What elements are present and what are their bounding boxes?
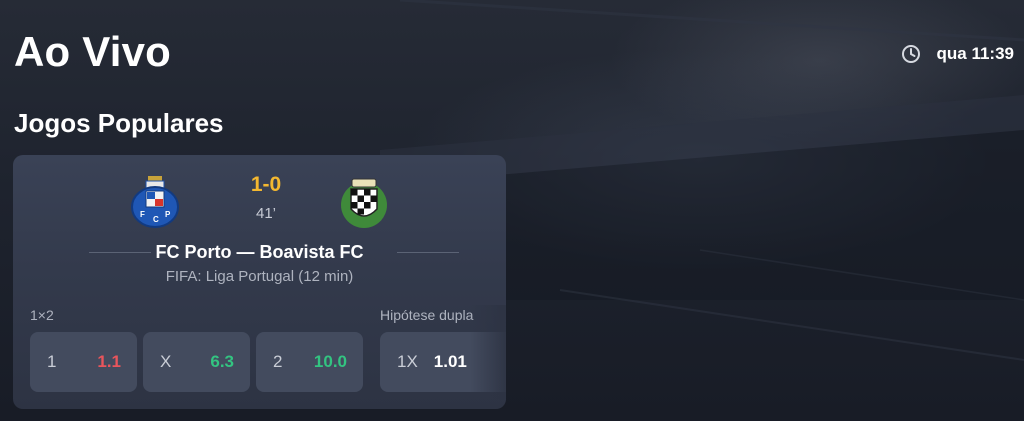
odds-value: 1.01 <box>433 352 467 371</box>
svg-text:P: P <box>165 210 171 219</box>
clock-icon <box>901 44 921 64</box>
svg-text:F: F <box>140 210 145 219</box>
match-minute: 41’ <box>255 205 277 222</box>
match-card[interactable]: F C P 1-0 41’ FC Porto — Boavista FC FIF… <box>13 155 506 409</box>
market-label-1x2: 1×2 <box>30 307 54 323</box>
league-name: FIFA: Liga Portugal (12 min) <box>165 268 354 285</box>
current-time: qua 11:39 <box>901 44 1015 64</box>
boavista-fc-crest-icon <box>338 175 390 234</box>
page-title: Ao Vivo <box>14 28 171 75</box>
svg-text:C: C <box>153 215 159 224</box>
scroll-fade <box>470 305 506 400</box>
odds-selection: X <box>160 352 172 371</box>
divider-right <box>397 252 459 253</box>
odds-button-draw[interactable]: X 6.3 <box>143 332 250 392</box>
odds-value: 10.0 <box>313 352 347 371</box>
time-label: qua 11:39 <box>936 44 1015 63</box>
odds-button-home[interactable]: 1 1.1 <box>30 332 137 392</box>
section-title: Jogos Populares <box>14 108 224 138</box>
odds-selection: 2 <box>273 352 283 371</box>
odds-value: 6.3 <box>210 352 234 371</box>
fc-porto-crest-icon: F C P <box>129 175 181 234</box>
match-score: 1-0 <box>250 173 282 196</box>
odds-button-away[interactable]: 2 10.0 <box>256 332 363 392</box>
odds-selection: 1 <box>47 352 57 371</box>
odds-selection: 1X <box>397 352 418 371</box>
odds-value: 1.1 <box>97 352 121 371</box>
